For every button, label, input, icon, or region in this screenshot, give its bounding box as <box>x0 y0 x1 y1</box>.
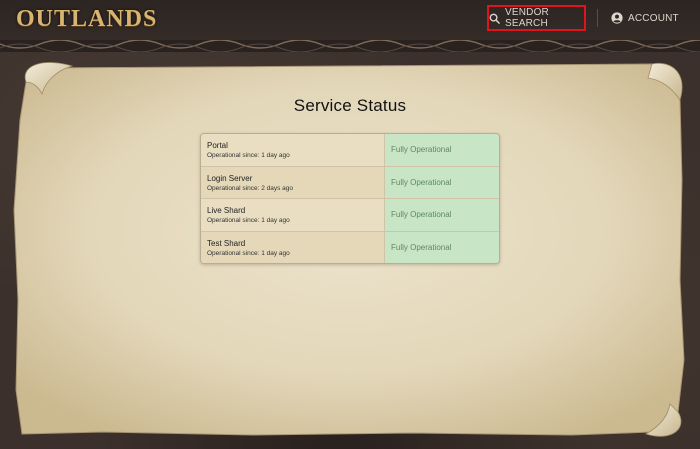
account-label: ACCOUNT <box>628 12 679 24</box>
vendor-search-label: VENDOR SEARCH <box>505 7 549 29</box>
search-icon <box>489 13 500 24</box>
service-info: Live Shard Operational since: 1 day ago <box>201 199 384 231</box>
service-info: Login Server Operational since: 2 days a… <box>201 166 384 198</box>
service-name: Test Shard <box>207 238 246 248</box>
page-title: Service Status <box>293 96 407 115</box>
outlands-logo[interactable]: OUTLANDS <box>16 6 157 32</box>
service-row-live-shard: Live Shard Operational since: 1 day ago … <box>201 199 499 232</box>
service-status: Fully Operational <box>384 231 499 263</box>
service-status: Fully Operational <box>384 199 499 231</box>
service-row-login-server: Login Server Operational since: 2 days a… <box>201 166 499 199</box>
service-name: Live Shard <box>207 206 246 215</box>
account-link[interactable]: ACCOUNT <box>611 5 679 31</box>
scrollwork-ornament <box>0 40 700 52</box>
service-status-table: Portal Operational since: 1 day ago Full… <box>200 133 500 264</box>
service-since: Operational since: 1 day ago <box>207 152 290 159</box>
service-row-test-shard: Test Shard Operational since: 1 day ago … <box>201 231 499 263</box>
service-info: Portal Operational since: 1 day ago <box>201 134 384 166</box>
nav-divider <box>597 9 598 27</box>
service-name: Login Server <box>207 173 253 183</box>
service-status: Fully Operational <box>384 134 499 166</box>
user-circle-icon <box>611 12 623 24</box>
vendor-search-link[interactable]: VENDOR SEARCH <box>487 5 586 31</box>
service-info: Test Shard Operational since: 1 day ago <box>201 231 384 263</box>
service-status: Fully Operational <box>384 166 499 198</box>
top-navigation-bar: OUTLANDS VENDOR SEARCH ACCOUNT <box>0 0 700 40</box>
service-since: Operational since: 1 day ago <box>207 217 290 224</box>
service-since: Operational since: 2 days ago <box>207 184 293 192</box>
service-name: Portal <box>207 141 228 150</box>
service-row-portal: Portal Operational since: 1 day ago Full… <box>201 134 499 167</box>
service-since: Operational since: 1 day ago <box>207 249 290 257</box>
